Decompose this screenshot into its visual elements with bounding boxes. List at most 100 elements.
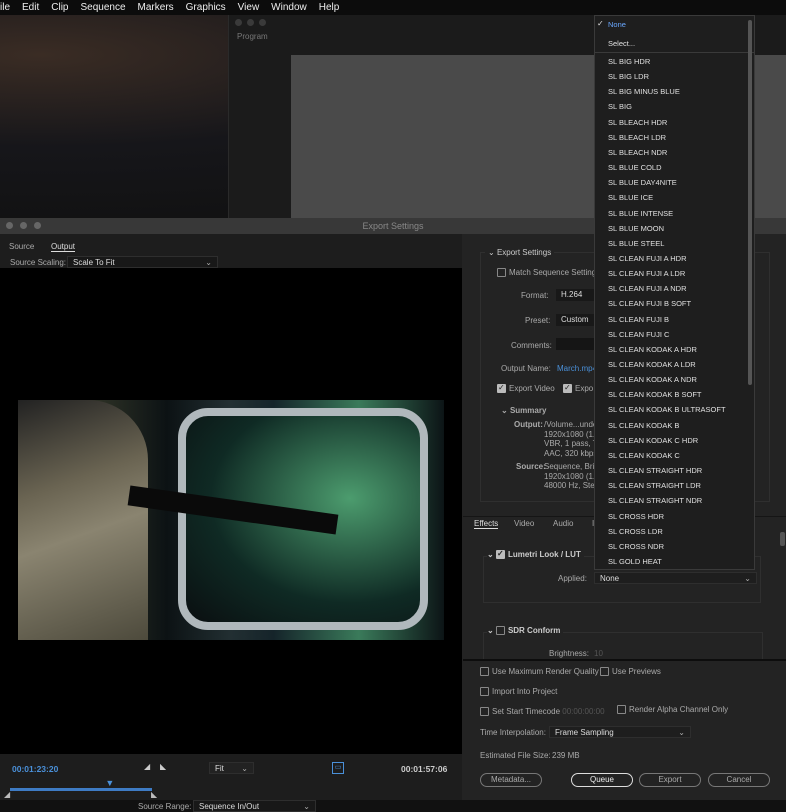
dropdown-item[interactable]: SL CROSS LDR xyxy=(608,527,663,536)
zoom-select[interactable]: Fit ⌄ xyxy=(209,762,254,774)
cancel-button[interactable]: Cancel xyxy=(708,773,770,787)
render-alpha-checkbox[interactable]: Render Alpha Channel Only xyxy=(617,705,728,715)
minimize-button[interactable] xyxy=(20,222,27,229)
dropdown-item[interactable]: SL BIG xyxy=(608,102,632,111)
out-point-handle[interactable]: ◣ xyxy=(151,790,157,799)
max-render-quality-checkbox[interactable]: Use Maximum Render Quality xyxy=(480,667,599,677)
start-timecode-checkbox[interactable]: Set Start Timecode 00:00:00:00 xyxy=(480,707,605,717)
menu-window[interactable]: Window xyxy=(271,2,307,13)
checkbox[interactable] xyxy=(600,667,609,677)
checkbox[interactable] xyxy=(480,687,489,697)
dropdown-item[interactable]: SL CLEAN KODAK A HDR xyxy=(608,345,697,354)
match-sequence-checkbox[interactable]: Match Sequence Settings xyxy=(497,268,600,278)
tab-output[interactable]: Output xyxy=(51,242,76,252)
menu-markers[interactable]: Markers xyxy=(138,2,174,13)
dropdown-item[interactable]: SL CLEAN FUJI C xyxy=(608,330,669,339)
lumetri-checkbox[interactable] xyxy=(495,549,505,560)
menu-edit[interactable]: Edit xyxy=(22,2,39,13)
dropdown-item[interactable]: SL CLEAN STRAIGHT LDR xyxy=(608,481,701,490)
menu-view[interactable]: View xyxy=(238,2,260,13)
dropdown-item[interactable]: SL CLEAN FUJI B SOFT xyxy=(608,299,691,308)
checkbox[interactable] xyxy=(480,667,489,677)
applied-lut-select[interactable]: None ⌄ xyxy=(594,572,757,584)
dropdown-scrollbar[interactable] xyxy=(748,20,752,385)
dropdown-item[interactable]: SL CLEAN KODAK B SOFT xyxy=(608,390,702,399)
dropdown-item[interactable]: SL BIG MINUS BLUE xyxy=(608,87,680,96)
set-in-point-icon[interactable]: ◢ xyxy=(144,762,150,771)
export-video-checkbox[interactable]: Export Video xyxy=(497,383,555,394)
dropdown-item[interactable]: SL BLUE MOON xyxy=(608,224,664,233)
dropdown-item[interactable]: SL BIG HDR xyxy=(608,57,650,66)
dropdown-item[interactable]: SL CLEAN KODAK B ULTRASOFT xyxy=(608,405,726,414)
start-timecode-value[interactable]: 00:00:00:00 xyxy=(562,707,604,716)
range-bar[interactable] xyxy=(10,788,152,791)
comments-input[interactable] xyxy=(556,338,596,350)
tab-effects[interactable]: Effects xyxy=(474,519,499,529)
preset-select[interactable]: Custom xyxy=(556,314,596,326)
use-previews-checkbox[interactable]: Use Previews xyxy=(600,667,661,677)
sdr-header[interactable]: ⌄ SDR Conform xyxy=(487,626,564,636)
dropdown-item[interactable]: SL CLEAN FUJI A HDR xyxy=(608,254,687,263)
checkbox[interactable] xyxy=(480,707,489,717)
dropdown-item[interactable]: SL BLUE STEEL xyxy=(608,239,664,248)
source-range-select[interactable]: Sequence In/Out ⌄ xyxy=(193,800,316,812)
menu-graphics[interactable]: Graphics xyxy=(186,2,226,13)
dropdown-item[interactable]: SL CLEAN FUJI A NDR xyxy=(608,284,687,293)
menu-help[interactable]: Help xyxy=(319,2,340,13)
dropdown-item[interactable]: SL CLEAN STRAIGHT NDR xyxy=(608,496,702,505)
brightness-value[interactable]: 10 xyxy=(594,649,603,658)
metadata-button[interactable]: Metadata... xyxy=(480,773,542,787)
dropdown-item[interactable]: SL BLEACH LDR xyxy=(608,133,666,142)
export-button[interactable]: Export xyxy=(639,773,701,787)
import-project-checkbox[interactable]: Import Into Project xyxy=(480,687,557,697)
export-settings-header[interactable]: ⌄ Export Settings xyxy=(485,248,555,257)
close-button[interactable] xyxy=(6,222,13,229)
set-out-point-icon[interactable]: ◣ xyxy=(160,762,166,771)
summary-header[interactable]: ⌄ Summary xyxy=(501,406,546,415)
current-timecode[interactable]: 00:01:23:20 xyxy=(12,764,58,774)
checkbox[interactable] xyxy=(497,268,506,278)
checkbox[interactable] xyxy=(617,705,626,715)
in-point-handle[interactable]: ◢ xyxy=(4,790,10,799)
dropdown-item[interactable]: SL BLEACH HDR xyxy=(608,118,667,127)
dropdown-item[interactable]: SL GOLD HEAT xyxy=(608,557,662,566)
maximize-button[interactable] xyxy=(34,222,41,229)
format-select[interactable]: H.264 xyxy=(556,289,596,301)
dropdown-item[interactable]: SL CLEAN KODAK A NDR xyxy=(608,375,697,384)
checkbox[interactable] xyxy=(563,383,572,394)
effects-scrollbar[interactable] xyxy=(780,532,785,546)
queue-button[interactable]: Queue xyxy=(571,773,633,787)
dropdown-item-none[interactable]: None xyxy=(608,20,626,29)
menu-sequence[interactable]: Sequence xyxy=(80,2,125,13)
aspect-correction-icon[interactable]: ▭ xyxy=(332,762,344,774)
dropdown-item[interactable]: SL CLEAN KODAK C xyxy=(608,451,680,460)
dropdown-item[interactable]: SL BLUE ICE xyxy=(608,193,653,202)
lumetri-header[interactable]: ⌄ Lumetri Look / LUT xyxy=(487,549,584,560)
dropdown-item[interactable]: SL BLEACH NDR xyxy=(608,148,667,157)
dropdown-item[interactable]: SL BLUE COLD xyxy=(608,163,662,172)
playhead-handle[interactable]: ▼ xyxy=(105,778,114,788)
time-interpolation-select[interactable]: Frame Sampling ⌄ xyxy=(549,726,691,738)
sdr-checkbox[interactable] xyxy=(495,626,505,636)
dropdown-item-select[interactable]: Select... xyxy=(608,39,635,48)
dropdown-item[interactable]: SL CROSS HDR xyxy=(608,512,664,521)
menu-clip[interactable]: Clip xyxy=(51,2,68,13)
tab-source[interactable]: Source xyxy=(9,242,34,251)
output-name-link[interactable]: March.mp4 xyxy=(557,364,597,373)
source-scaling-select[interactable]: Scale To Fit ⌄ xyxy=(67,256,218,268)
tab-audio[interactable]: Audio xyxy=(553,519,573,528)
dropdown-item[interactable]: SL CLEAN FUJI B xyxy=(608,315,669,324)
dropdown-item[interactable]: SL CLEAN KODAK C HDR xyxy=(608,436,698,445)
checkbox[interactable] xyxy=(497,383,506,394)
dropdown-item[interactable]: SL CLEAN STRAIGHT HDR xyxy=(608,466,702,475)
dropdown-item[interactable]: SL CLEAN KODAK A LDR xyxy=(608,360,696,369)
dropdown-item[interactable]: SL BIG LDR xyxy=(608,72,649,81)
tab-video[interactable]: Video xyxy=(514,519,534,528)
export-audio-checkbox[interactable]: Expo xyxy=(563,383,593,394)
dropdown-item[interactable]: SL CLEAN FUJI A LDR xyxy=(608,269,685,278)
dropdown-item[interactable]: SL CROSS NDR xyxy=(608,542,664,551)
dropdown-item[interactable]: SL BLUE DAY4NITE xyxy=(608,178,677,187)
dropdown-item[interactable]: SL BLUE INTENSE xyxy=(608,209,673,218)
menu-ile[interactable]: ile xyxy=(0,2,10,13)
dropdown-item[interactable]: SL CLEAN KODAK B xyxy=(608,421,679,430)
